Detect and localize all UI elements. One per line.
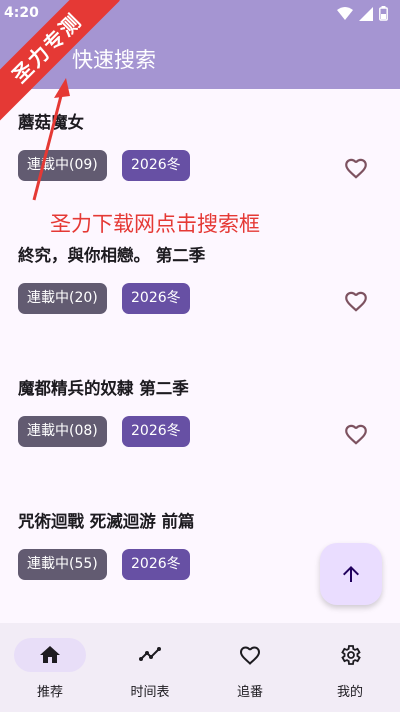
gear-icon bbox=[341, 645, 361, 665]
status-chip: 連載中(20) bbox=[18, 283, 107, 314]
heart-icon[interactable] bbox=[343, 155, 369, 181]
nav-item-mine[interactable]: 我的 bbox=[300, 623, 400, 712]
nav-item-following[interactable]: 追番 bbox=[200, 623, 300, 712]
nav-label: 我的 bbox=[336, 685, 363, 700]
nav-icon-wrap bbox=[214, 638, 286, 672]
arrow-up-icon bbox=[343, 566, 359, 582]
nav-label: 追番 bbox=[236, 685, 263, 700]
status-icons bbox=[337, 6, 388, 21]
nav-label: 时间表 bbox=[130, 685, 170, 700]
wifi-icon bbox=[337, 6, 353, 20]
signal-icon bbox=[359, 6, 373, 21]
item-title: 終究，與你相戀。 第二季 bbox=[18, 246, 206, 265]
status-chip: 連載中(55) bbox=[18, 549, 107, 580]
list-item[interactable]: 蘑菇魔女 連載中(09) 2026冬 bbox=[0, 89, 400, 222]
home-icon bbox=[40, 646, 60, 663]
heart-icon[interactable] bbox=[343, 421, 369, 447]
season-chip: 2026冬 bbox=[122, 150, 190, 181]
season-chip: 2026冬 bbox=[122, 549, 190, 580]
season-chip: 2026冬 bbox=[122, 416, 190, 447]
annotation-text: 圣力下载网点击搜索框 bbox=[50, 212, 260, 236]
season-chip: 2026冬 bbox=[122, 283, 190, 314]
status-chip: 連載中(08) bbox=[18, 416, 107, 447]
item-title: 魔都精兵的奴隸 第二季 bbox=[18, 379, 189, 398]
heart-icon[interactable] bbox=[343, 288, 369, 314]
item-title: 蘑菇魔女 bbox=[18, 113, 84, 132]
nav-item-recommend[interactable]: 推荐 bbox=[0, 623, 100, 712]
bottom-nav: 推荐 时间表 追番 我的 bbox=[0, 623, 400, 712]
status-chip: 連載中(09) bbox=[18, 150, 107, 181]
nav-item-timetable[interactable]: 时间表 bbox=[100, 623, 200, 712]
nav-active-indicator bbox=[14, 638, 86, 672]
nav-icon-wrap bbox=[314, 638, 386, 672]
item-title: 咒術迴戰 死滅迴游 前篇 bbox=[18, 512, 195, 531]
scroll-top-button[interactable] bbox=[320, 543, 382, 605]
timeline-icon bbox=[139, 647, 161, 661]
nav-icon-wrap bbox=[114, 638, 186, 672]
heart-icon bbox=[239, 646, 261, 665]
battery-icon bbox=[379, 6, 388, 21]
list-item[interactable]: 魔都精兵的奴隸 第二季 連載中(08) 2026冬 bbox=[0, 355, 400, 488]
list-item[interactable]: 終究，與你相戀。 第二季 連載中(20) 2026冬 bbox=[0, 222, 400, 355]
nav-label: 推荐 bbox=[36, 685, 63, 700]
search-title[interactable]: 快速搜索 bbox=[72, 44, 156, 74]
status-time: 4:20 bbox=[4, 5, 39, 21]
